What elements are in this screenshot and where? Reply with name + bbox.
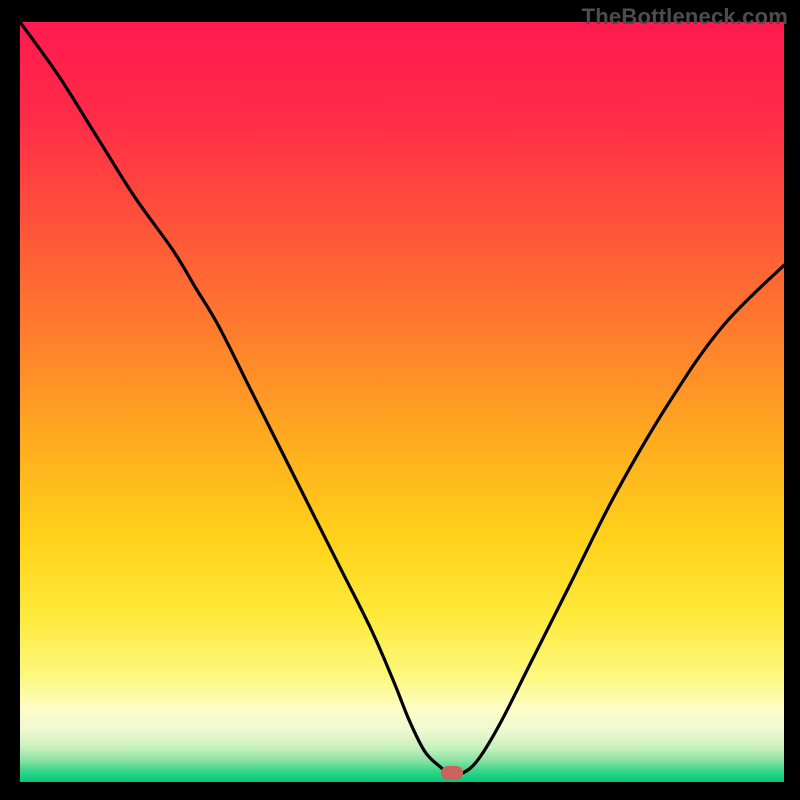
watermark-text: TheBottleneck.com <box>582 4 788 30</box>
chart-frame: TheBottleneck.com <box>0 0 800 800</box>
plot-area <box>20 22 784 782</box>
bottleneck-curve <box>20 22 784 782</box>
optimal-point-marker <box>441 766 463 780</box>
